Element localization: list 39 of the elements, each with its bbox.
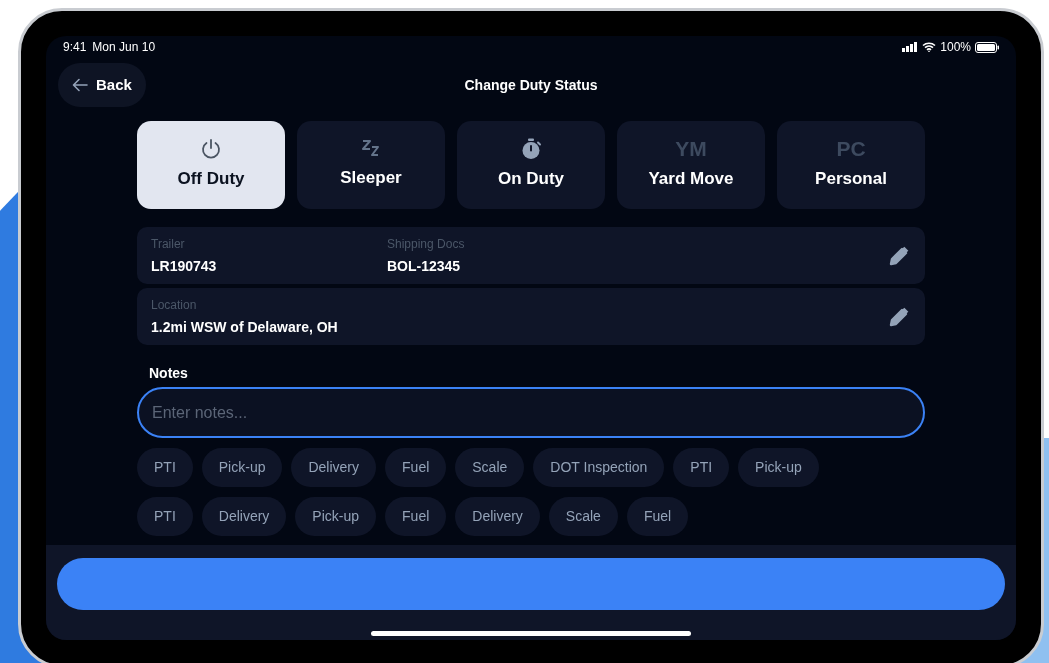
- quick-note-chip[interactable]: Fuel: [385, 448, 447, 487]
- duty-status-tile[interactable]: Sleeper: [297, 121, 445, 209]
- quick-note-chip[interactable]: PTI: [137, 497, 193, 536]
- pencil-icon: [889, 306, 909, 327]
- quick-note-chip[interactable]: DOT Inspection: [533, 448, 665, 487]
- wifi-icon: [922, 42, 937, 52]
- field-value: 1.2mi WSW of Delaware, OH: [151, 317, 339, 337]
- field-label: Trailer: [151, 235, 186, 253]
- field-value: LR190743: [151, 256, 218, 276]
- status-time: 9:41: [63, 39, 87, 56]
- status-date: Mon Jun 10: [92, 39, 156, 56]
- field-value: BOL-12345: [387, 256, 462, 276]
- quick-note-chip[interactable]: Scale: [548, 497, 618, 536]
- quick-note-chip[interactable]: Delivery: [201, 497, 287, 536]
- back-arrow-icon: [72, 78, 88, 92]
- notes-label: Notes: [149, 364, 189, 381]
- screen-title: Change Duty Status: [464, 76, 598, 95]
- pencil-icon: [889, 245, 909, 266]
- battery-percent: 100%: [940, 39, 971, 56]
- quick-note-chip[interactable]: PTI: [137, 448, 193, 487]
- back-button[interactable]: Back: [58, 63, 146, 107]
- quick-note-chip[interactable]: Pick-up: [295, 497, 377, 536]
- quick-note-chip[interactable]: Delivery: [291, 448, 377, 487]
- duty-status-tile[interactable]: On Duty: [457, 121, 605, 209]
- field-label: Shipping Docs: [387, 235, 466, 253]
- quick-note-chip[interactable]: Fuel: [385, 497, 447, 536]
- quick-note-chip[interactable]: Scale: [455, 448, 525, 487]
- quick-note-chip[interactable]: PTI: [673, 448, 730, 487]
- notes-field[interactable]: Enter notes...: [137, 387, 925, 438]
- quick-note-chip[interactable]: Pick-up: [738, 448, 819, 487]
- power-icon: [200, 138, 222, 161]
- field-label: Location: [151, 296, 198, 314]
- signal-icon: [902, 42, 919, 52]
- stopwatch-icon: [520, 138, 542, 161]
- battery-icon: [975, 41, 999, 53]
- quick-note-chip[interactable]: Delivery: [455, 497, 540, 536]
- quick-note-chip[interactable]: Pick-up: [201, 448, 283, 487]
- quick-note-chip[interactable]: Fuel: [626, 497, 689, 536]
- duty-status-tile[interactable]: Off Duty: [137, 121, 285, 209]
